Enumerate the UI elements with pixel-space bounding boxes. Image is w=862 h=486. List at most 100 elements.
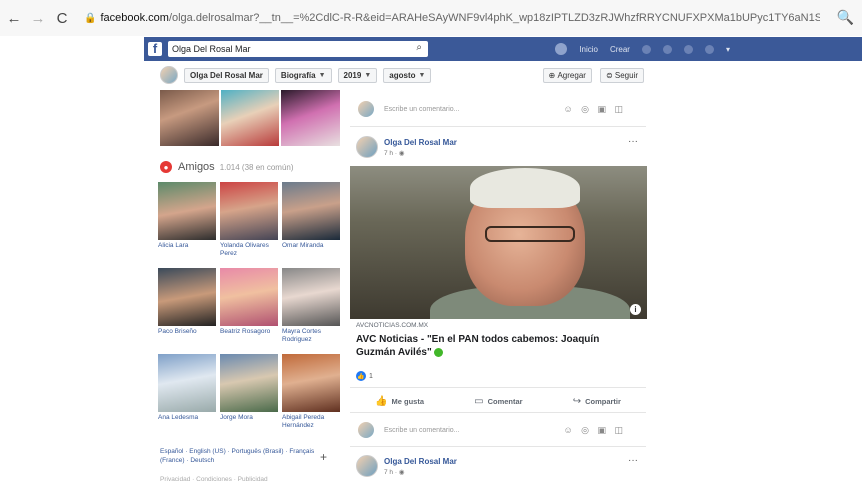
share-label: Compartir (585, 396, 621, 406)
user-avatar (358, 422, 374, 438)
like-button[interactable]: 👍 Me gusta (375, 396, 424, 407)
like-reaction-icon: 👍 (356, 371, 366, 381)
year-select[interactable]: 2019 ▼ (337, 67, 378, 83)
search-icon[interactable]: ⌕ (416, 42, 422, 53)
messenger-icon[interactable] (662, 44, 672, 54)
more-options-icon[interactable]: ··· (628, 455, 638, 466)
back-button[interactable]: ← (4, 8, 24, 28)
comment-icon: ▭ (474, 395, 484, 407)
link-source[interactable]: AVCNOTICIAS.COM.MX (356, 322, 428, 329)
friend-photo[interactable] (282, 268, 340, 326)
friends-header: ● Amigos 1.014 (38 en común) (160, 161, 294, 173)
forward-button[interactable]: → (28, 8, 48, 28)
friend-photo[interactable] (158, 182, 216, 240)
friend-photo[interactable] (158, 268, 216, 326)
add-friend-button[interactable]: ⊕ Agregar (542, 67, 592, 83)
reaction-summary[interactable]: 👍 1 (356, 371, 373, 381)
post-actions: 👍 Me gusta ▭ Comentar ↪ Compartir (350, 392, 646, 410)
search-icon[interactable]: 🔍 (837, 9, 854, 26)
friend-card[interactable]: Abigail Pereda Hernández (282, 354, 340, 434)
comment-composer[interactable]: Escribe un comentario... ☺ ◎ ▣ ◫ (350, 96, 646, 122)
post-author[interactable]: Olga Del Rosal Mar (384, 457, 457, 466)
friend-card[interactable]: Mayra Cortes Rodriguez (282, 268, 340, 348)
share-button[interactable]: ↪ Compartir (573, 396, 621, 407)
friend-card[interactable]: Jorge Mora (220, 354, 278, 434)
month-select[interactable]: agosto ▼ (383, 67, 432, 83)
help-icon[interactable] (704, 44, 714, 54)
friend-card[interactable]: Yolanda Olivares Perez (220, 182, 278, 262)
post-timestamp[interactable]: 7 h · ◉ (384, 468, 404, 476)
friend-photo[interactable] (282, 182, 340, 240)
friend-requests-icon[interactable] (641, 44, 651, 54)
url-path: /olga.delrosalmar?__tn__=%2CdlC-R-R&eid=… (168, 12, 821, 24)
friend-name[interactable]: Jorge Mora (220, 414, 278, 422)
author-avatar[interactable] (356, 136, 378, 158)
composer-emoji-icons[interactable]: ☺ ◎ ▣ ◫ (563, 104, 626, 115)
chevron-down-icon: ▼ (318, 71, 326, 79)
year-label: 2019 (343, 70, 362, 80)
footer-links[interactable]: Privacidad · Condiciones · Publicidad (160, 476, 268, 483)
composer-emoji-icons[interactable]: ☺ ◎ ▣ ◫ (563, 425, 626, 436)
friend-name[interactable]: Yolanda Olivares Perez (220, 242, 278, 258)
post-author[interactable]: Olga Del Rosal Mar (384, 138, 457, 147)
friend-name[interactable]: Omar Miranda (282, 242, 340, 250)
reaction-count: 1 (369, 372, 373, 380)
photo-thumbnail[interactable] (220, 90, 280, 146)
friend-name[interactable]: Abigail Pereda Hernández (282, 414, 340, 430)
photo-thumbnail[interactable] (281, 90, 341, 146)
friend-name[interactable]: Alicia Lara (158, 242, 216, 250)
profile-avatar[interactable] (160, 66, 178, 84)
language-links[interactable]: Español · English (US) · Português (Bras… (160, 447, 340, 465)
friend-name[interactable]: Beatriz Rosagoro (220, 328, 278, 336)
follow-button[interactable]: ⊜ Seguir (599, 67, 644, 83)
friend-card[interactable]: Alicia Lara (158, 182, 216, 262)
comment-button[interactable]: ▭ Comentar (474, 396, 522, 407)
biography-select[interactable]: Biografía ▼ (274, 67, 332, 83)
author-avatar[interactable] (356, 455, 378, 477)
address-bar[interactable]: facebook.com/olga.delrosalmar?__tn__=%2C… (100, 12, 820, 24)
friend-photo[interactable] (158, 354, 216, 412)
comment-placeholder: Escribe un comentario... (384, 426, 460, 434)
month-label: agosto (389, 70, 416, 80)
notifications-icon[interactable] (683, 44, 693, 54)
friend-card[interactable]: Paco Briseño (158, 268, 216, 348)
facebook-logo-icon[interactable]: f (148, 42, 162, 56)
user-avatar[interactable] (555, 43, 568, 55)
biography-label: Biografía (280, 70, 316, 80)
create-link[interactable]: Crear (610, 45, 630, 54)
thumbs-up-icon: 👍 (375, 395, 388, 407)
friend-photo[interactable] (220, 268, 278, 326)
facebook-search-input[interactable]: Olga Del Rosal Mar ⌕ (168, 41, 428, 57)
add-language-icon[interactable]: + (320, 450, 327, 464)
share-icon: ↪ (572, 395, 582, 407)
profile-name-button[interactable]: Olga Del Rosal Mar (184, 67, 269, 83)
info-icon[interactable]: i (630, 304, 641, 315)
chevron-down-icon: ▼ (418, 71, 426, 79)
chevron-down-icon: ▼ (364, 71, 372, 79)
friend-photo[interactable] (220, 182, 278, 240)
friend-card[interactable]: Ana Ledesma (158, 354, 216, 434)
add-friend-label: Agregar (557, 70, 586, 80)
friend-photo[interactable] (220, 354, 278, 412)
photo-thumbnail[interactable] (160, 90, 219, 146)
friend-photo[interactable] (282, 354, 340, 412)
comment-composer[interactable]: Escribe un comentario... ☺ ◎ ▣ ◫ (350, 417, 646, 443)
home-link[interactable]: Inicio (579, 45, 598, 54)
friend-name[interactable]: Mayra Cortes Rodriguez (282, 328, 340, 344)
friends-title[interactable]: Amigos (178, 161, 215, 173)
follow-label: Seguir (614, 70, 638, 80)
link-title[interactable]: AVC Noticias - "En el PAN todos cabemos:… (356, 333, 636, 359)
friend-name[interactable]: Paco Briseño (158, 328, 216, 336)
post-header: Olga Del Rosal Mar 7 h · ◉ ··· (356, 455, 646, 479)
account-menu-icon[interactable]: ▾ (726, 45, 730, 54)
friend-card[interactable]: Omar Miranda (282, 182, 340, 262)
reload-button[interactable]: C (52, 8, 72, 28)
more-options-icon[interactable]: ··· (628, 136, 638, 147)
friend-name[interactable]: Ana Ledesma (158, 414, 216, 422)
browser-toolbar: ← → C 🔒 facebook.com/olga.delrosalmar?__… (0, 0, 862, 36)
green-status-icon (433, 347, 443, 357)
friend-card[interactable]: Beatriz Rosagoro (220, 268, 278, 348)
post-timestamp[interactable]: 7 h · ◉ (384, 149, 404, 157)
post-video[interactable]: i (350, 166, 647, 319)
profile-name: Olga Del Rosal Mar (190, 70, 263, 80)
